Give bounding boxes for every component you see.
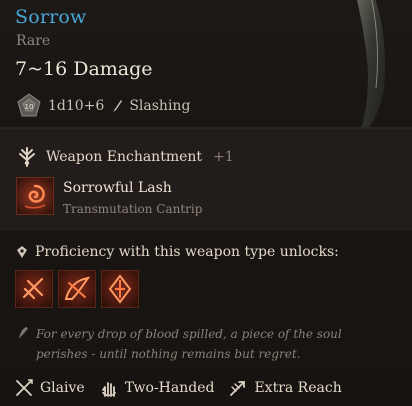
quill-icon	[19, 327, 28, 339]
damage-type: Slashing	[129, 98, 191, 114]
enchantment-section: Weapon Enchantment +1 Sorrowful Lash Tra…	[0, 129, 412, 231]
sorrowful-lash-icon[interactable]	[16, 177, 54, 215]
action-icon-1[interactable]	[15, 270, 53, 308]
damage-range: 7~16 Damage	[15, 58, 153, 80]
action-icon-2[interactable]	[58, 270, 96, 308]
weapon-art-icon	[357, 0, 386, 140]
spell-school: Transmutation Cantrip	[63, 202, 203, 216]
d10-die-icon: 10	[17, 93, 41, 117]
extra-reach-icon	[230, 381, 246, 396]
damage-dice: 1d10+6	[48, 98, 105, 114]
property-label: Extra Reach	[254, 380, 342, 396]
weapon-enchantment-icon	[19, 147, 35, 167]
property-label: Glaive	[40, 380, 85, 396]
enchantment-label: Weapon Enchantment	[46, 149, 203, 165]
proficiency-label: Proficiency with this weapon type unlock…	[35, 244, 339, 260]
item-name: Sorrow	[15, 6, 87, 28]
property-glaive: Glaive	[14, 378, 85, 398]
item-rarity: Rare	[16, 33, 51, 49]
property-two-handed: Two-Handed	[99, 378, 215, 398]
die-label: 10	[25, 103, 34, 111]
two-handed-icon	[101, 382, 116, 397]
property-extra-reach: Extra Reach	[228, 378, 342, 398]
glaive-icon	[16, 379, 33, 396]
enchantment-bonus: +1	[213, 149, 234, 165]
proficiency-heading: Proficiency with this weapon type unlock…	[16, 244, 339, 260]
slashing-icon	[113, 100, 123, 112]
enchantment-heading: Weapon Enchantment +1	[16, 146, 234, 168]
tooltip-header: Sorrow Rare 7~16 Damage 10 1d10+6 Slashi…	[0, 0, 412, 140]
flavor-text: For every drop of blood spilled, a piece…	[36, 327, 342, 361]
spell-name: Sorrowful Lash	[63, 180, 172, 196]
weapon-properties: Glaive Two-Handed Extra Reach	[14, 378, 356, 398]
property-label: Two-Handed	[124, 380, 215, 396]
damage-dice-row: 10 1d10+6 Slashing	[16, 93, 190, 119]
item-tooltip: Sorrow Rare 7~16 Damage 10 1d10+6 Slashi…	[0, 0, 412, 406]
proficiency-actions	[15, 270, 139, 308]
proficiency-icon	[17, 246, 27, 258]
action-icon-3[interactable]	[101, 270, 139, 308]
